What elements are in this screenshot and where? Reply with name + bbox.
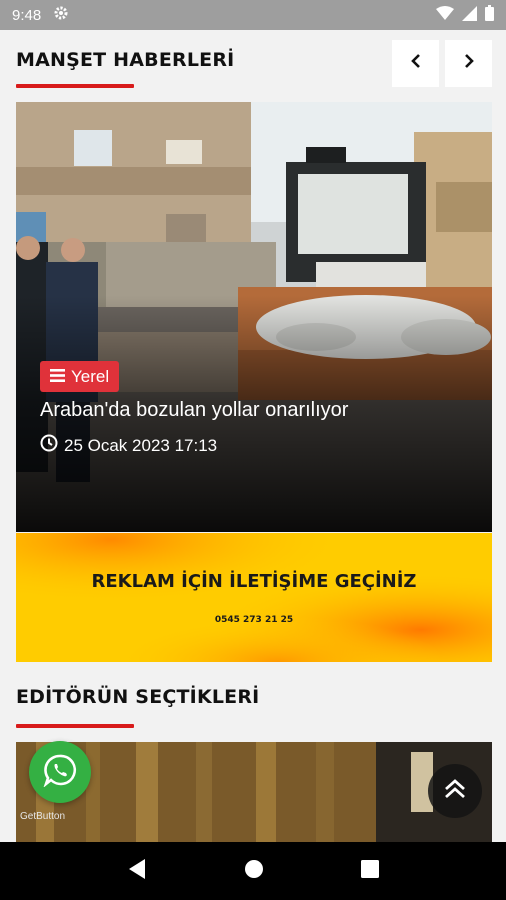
double-chevron-up-icon [443, 777, 467, 806]
signal-icon [462, 5, 477, 25]
back-icon[interactable] [127, 858, 147, 885]
system-nav-bar [0, 842, 506, 900]
headline-title[interactable]: Araban'da bozulan yollar onarılıyor [40, 399, 348, 422]
ad-title: REKLAM İÇİN İLETİŞİME GEÇİNİZ [91, 571, 417, 592]
whatsapp-button[interactable] [29, 741, 91, 803]
ad-phone: 0545 273 21 25 [214, 615, 294, 625]
getbutton-label[interactable]: GetButton [20, 811, 65, 822]
chevron-right-icon [462, 54, 476, 73]
recents-icon[interactable] [361, 859, 380, 883]
scroll-top-button[interactable] [428, 764, 482, 818]
slider-nav [392, 40, 492, 87]
date-text: 25 Ocak 2023 17:13 [64, 435, 218, 455]
status-time: 9:48 [12, 6, 42, 24]
home-icon[interactable] [244, 859, 264, 884]
menu-icon [50, 367, 65, 387]
section-title: EDİTÖRÜN SEÇTİKLERİ [16, 686, 260, 708]
whatsapp-icon [43, 753, 77, 792]
editor-section-header: EDİTÖRÜN SEÇTİKLERİ [16, 686, 492, 728]
clock-icon [40, 434, 58, 457]
section-title: MANŞET HABERLERİ [16, 49, 235, 71]
wifi-icon [436, 6, 454, 24]
ad-banner[interactable]: REKLAM İÇİN İLETİŞİME GEÇİNİZ 0545 273 2… [16, 533, 492, 662]
next-button[interactable] [445, 40, 492, 87]
gear-icon [53, 5, 69, 25]
headline-section-header: MANŞET HABERLERİ [16, 40, 492, 88]
hero-gradient [16, 102, 492, 532]
section-underline [16, 84, 134, 88]
ad-background [16, 533, 492, 662]
chevron-left-icon [409, 54, 423, 73]
category-label: Yerel [71, 366, 110, 386]
headline-date: 25 Ocak 2023 17:13 [40, 434, 217, 457]
battery-icon [485, 5, 494, 25]
status-bar: 9:48 [0, 0, 506, 30]
prev-button[interactable] [392, 40, 439, 87]
category-badge[interactable]: Yerel [40, 361, 120, 392]
headline-card[interactable]: Yerel Araban'da bozulan yollar onarılıyo… [16, 102, 492, 532]
section-underline [16, 724, 134, 728]
